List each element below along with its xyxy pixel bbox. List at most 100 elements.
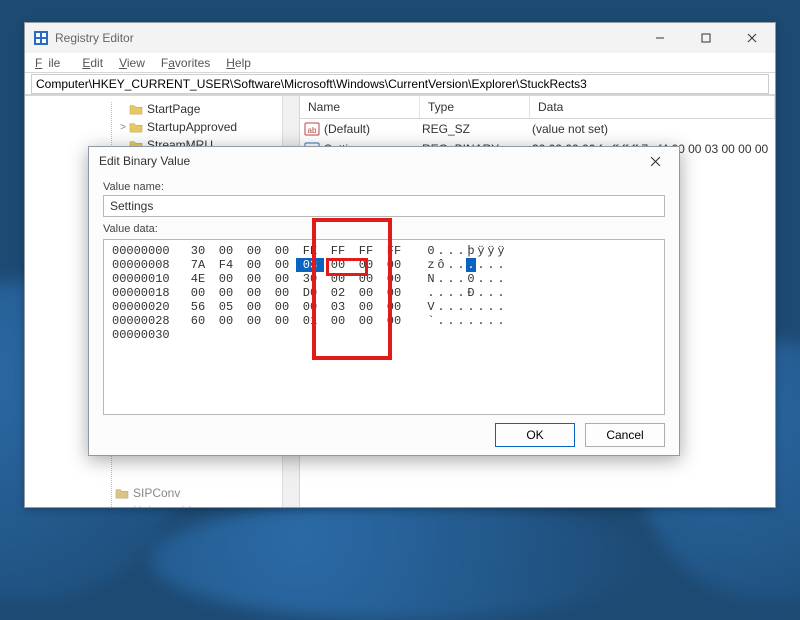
hex-byte[interactable]: 00 bbox=[184, 286, 212, 300]
hex-byte[interactable]: 00 bbox=[268, 272, 296, 286]
hex-byte[interactable]: 60 bbox=[184, 314, 212, 328]
hex-ascii[interactable]: . bbox=[496, 286, 506, 300]
hex-byte[interactable]: 00 bbox=[212, 286, 240, 300]
hex-row[interactable]: 0000001800000000D0020000....Ð... bbox=[112, 286, 656, 300]
menu-favorites[interactable]: Favorites bbox=[155, 55, 216, 71]
hex-byte[interactable]: FF bbox=[352, 244, 380, 258]
hex-byte[interactable]: 00 bbox=[352, 300, 380, 314]
hex-ascii[interactable] bbox=[466, 328, 476, 342]
hex-byte[interactable] bbox=[296, 328, 324, 342]
hex-byte[interactable]: 00 bbox=[352, 258, 380, 272]
hex-ascii[interactable]: . bbox=[446, 258, 456, 272]
address-input[interactable] bbox=[31, 74, 769, 94]
hex-byte[interactable] bbox=[240, 328, 268, 342]
dialog-titlebar[interactable]: Edit Binary Value bbox=[89, 147, 679, 175]
hex-byte[interactable]: 00 bbox=[268, 244, 296, 258]
hex-row[interactable]: 000000205605000000030000V....... bbox=[112, 300, 656, 314]
hex-byte[interactable]: 00 bbox=[352, 272, 380, 286]
hex-ascii[interactable]: . bbox=[476, 272, 486, 286]
col-name[interactable]: Name bbox=[300, 96, 420, 118]
hex-editor[interactable]: 0000000030000000FEFFFFFF0...þÿÿÿ00000008… bbox=[103, 239, 665, 415]
hex-ascii[interactable]: ÿ bbox=[476, 244, 486, 258]
hex-byte[interactable]: F4 bbox=[212, 258, 240, 272]
hex-byte[interactable] bbox=[268, 328, 296, 342]
hex-ascii[interactable]: ÿ bbox=[496, 244, 506, 258]
hex-ascii[interactable]: . bbox=[436, 286, 446, 300]
hex-ascii[interactable]: . bbox=[466, 300, 476, 314]
ok-button[interactable]: OK bbox=[495, 423, 575, 447]
hex-row[interactable]: 000000286000000001000000`....... bbox=[112, 314, 656, 328]
hex-byte[interactable]: 00 bbox=[240, 286, 268, 300]
hex-row[interactable]: 00000030 bbox=[112, 328, 656, 342]
hex-ascii[interactable] bbox=[436, 328, 446, 342]
hex-ascii[interactable]: z bbox=[426, 258, 436, 272]
col-type[interactable]: Type bbox=[420, 96, 530, 118]
menu-view[interactable]: View bbox=[113, 55, 151, 71]
hex-ascii[interactable]: . bbox=[456, 300, 466, 314]
hex-byte[interactable]: 00 bbox=[380, 314, 408, 328]
hex-row[interactable]: 000000104E00000030000000N...0... bbox=[112, 272, 656, 286]
hex-ascii[interactable]: . bbox=[476, 258, 486, 272]
hex-ascii[interactable] bbox=[476, 328, 486, 342]
hex-ascii[interactable]: . bbox=[426, 286, 436, 300]
hex-byte[interactable]: 30 bbox=[296, 272, 324, 286]
cancel-button[interactable]: Cancel bbox=[585, 423, 665, 447]
hex-ascii[interactable]: ô bbox=[436, 258, 446, 272]
hex-ascii[interactable]: . bbox=[446, 272, 456, 286]
hex-ascii[interactable]: . bbox=[496, 300, 506, 314]
hex-ascii[interactable]: . bbox=[496, 258, 506, 272]
hex-byte[interactable] bbox=[184, 328, 212, 342]
hex-byte[interactable]: 00 bbox=[240, 272, 268, 286]
hex-ascii[interactable]: Ð bbox=[466, 286, 476, 300]
hex-ascii[interactable] bbox=[446, 328, 456, 342]
hex-ascii[interactable]: . bbox=[466, 314, 476, 328]
menu-file[interactable]: File bbox=[29, 55, 72, 71]
hex-byte[interactable]: 00 bbox=[240, 300, 268, 314]
hex-ascii[interactable]: . bbox=[466, 258, 476, 272]
column-headers[interactable]: Name Type Data bbox=[300, 96, 775, 119]
hex-byte[interactable]: 4E bbox=[184, 272, 212, 286]
hex-ascii[interactable]: . bbox=[486, 314, 496, 328]
tree-item[interactable]: >StartupApproved bbox=[25, 118, 299, 136]
titlebar[interactable]: Registry Editor bbox=[25, 23, 775, 53]
hex-byte[interactable]: 00 bbox=[268, 314, 296, 328]
hex-byte[interactable]: 00 bbox=[212, 244, 240, 258]
hex-byte[interactable]: 00 bbox=[240, 314, 268, 328]
hex-byte[interactable]: FF bbox=[380, 244, 408, 258]
hex-byte[interactable] bbox=[324, 328, 352, 342]
hex-ascii[interactable]: ÿ bbox=[486, 244, 496, 258]
hex-ascii[interactable]: . bbox=[456, 244, 466, 258]
hex-ascii[interactable]: . bbox=[486, 258, 496, 272]
hex-ascii[interactable]: . bbox=[456, 258, 466, 272]
dialog-close-button[interactable] bbox=[641, 147, 669, 175]
hex-byte[interactable]: 00 bbox=[296, 300, 324, 314]
hex-byte[interactable]: FE bbox=[296, 244, 324, 258]
hex-byte[interactable]: 00 bbox=[380, 258, 408, 272]
hex-byte[interactable]: D0 bbox=[296, 286, 324, 300]
hex-ascii[interactable]: þ bbox=[466, 244, 476, 258]
hex-ascii[interactable]: . bbox=[446, 244, 456, 258]
hex-ascii[interactable]: . bbox=[446, 300, 456, 314]
hex-ascii[interactable] bbox=[486, 328, 496, 342]
hex-byte[interactable]: 00 bbox=[268, 258, 296, 272]
hex-byte[interactable]: 00 bbox=[380, 272, 408, 286]
hex-ascii[interactable]: V bbox=[426, 300, 436, 314]
hex-byte[interactable]: 00 bbox=[352, 314, 380, 328]
hex-byte[interactable] bbox=[212, 328, 240, 342]
hex-byte[interactable]: 00 bbox=[212, 272, 240, 286]
hex-byte[interactable]: 00 bbox=[380, 300, 408, 314]
hex-byte[interactable]: 03 bbox=[324, 300, 352, 314]
hex-byte[interactable]: 02 bbox=[324, 286, 352, 300]
hex-ascii[interactable]: 0 bbox=[426, 244, 436, 258]
hex-ascii[interactable]: . bbox=[436, 300, 446, 314]
hex-byte[interactable]: 00 bbox=[240, 244, 268, 258]
hex-ascii[interactable]: . bbox=[436, 314, 446, 328]
close-button[interactable] bbox=[729, 23, 775, 53]
hex-byte[interactable]: 05 bbox=[212, 300, 240, 314]
hex-ascii[interactable]: . bbox=[476, 286, 486, 300]
hex-ascii[interactable] bbox=[426, 328, 436, 342]
hex-ascii[interactable]: . bbox=[476, 314, 486, 328]
tree-item[interactable]: StartPage bbox=[25, 100, 299, 118]
hex-ascii[interactable]: . bbox=[476, 300, 486, 314]
menu-help[interactable]: Help bbox=[220, 55, 257, 71]
